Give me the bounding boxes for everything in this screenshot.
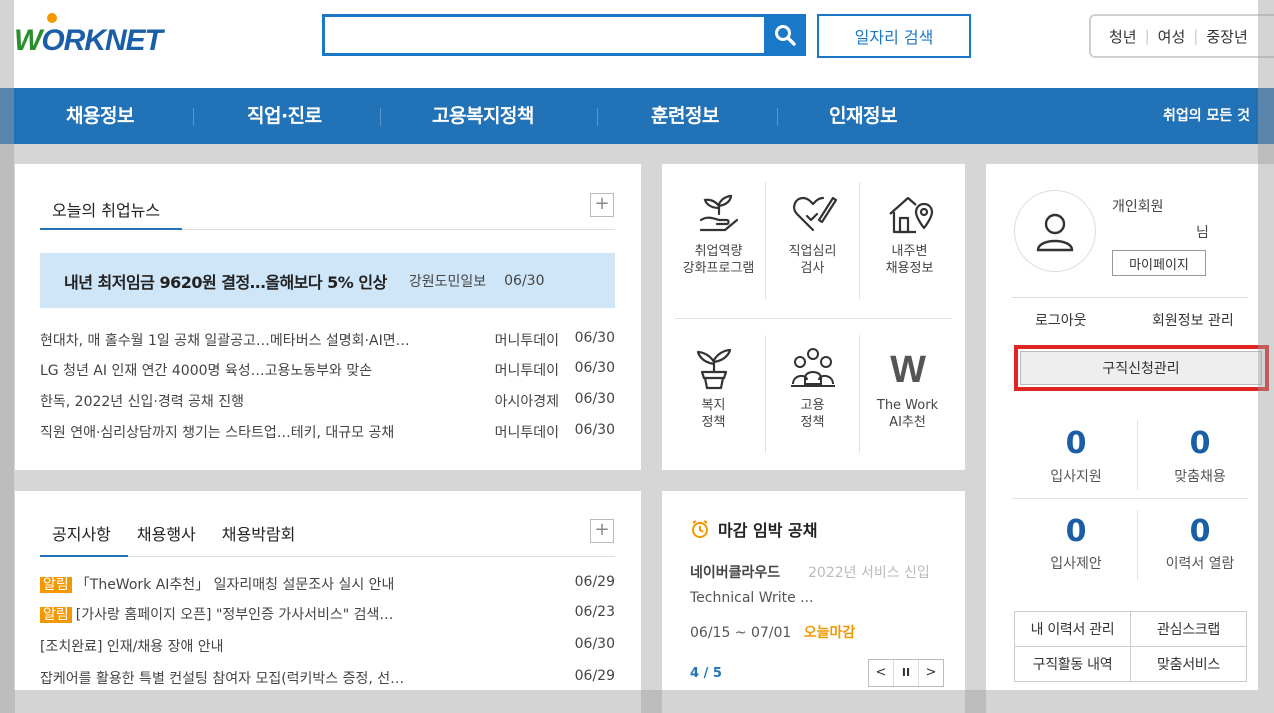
nav-item-training[interactable]: 훈련정보 xyxy=(651,88,719,144)
headline-title: 내년 최저임금 9620원 결정…올해보다 5% 인상 xyxy=(64,272,387,292)
notice-item[interactable]: [조치완료] 인재/채용 장애 안내 06/30 xyxy=(40,636,615,658)
tab-notices[interactable]: 공지사항 xyxy=(52,521,111,545)
pause-button[interactable]: II xyxy=(894,660,919,686)
member-name: 님 xyxy=(1196,225,1209,241)
headline-date: 06/30 xyxy=(504,272,545,289)
nav-item-welfare-policy[interactable]: 고용복지정책 xyxy=(432,88,534,144)
svg-text:W: W xyxy=(890,349,926,391)
main-navigation: 채용정보 직업·진로 고용복지정책 훈련정보 인재정보 취업의 모든 것 xyxy=(0,88,1274,144)
service-nearby-jobs[interactable]: 내주변 채용정보 xyxy=(862,190,957,277)
news-item[interactable]: LG 청년 AI 인재 연간 4000명 육성…고용노동부와 맞손 머니투데이 06… xyxy=(40,360,615,382)
service-thework-ai[interactable]: W The Work AI추천 xyxy=(860,344,955,431)
news-item[interactable]: 현대차, 매 홀수월 1일 공채 일괄공고…메타버스 설명회·AI면… 머니투데이… xyxy=(40,330,615,352)
deadline-job-subtitle[interactable]: Technical Write ... xyxy=(690,590,814,606)
deadline-job-title[interactable]: 네이버클라우드 2022년 서비스 신입 xyxy=(690,562,960,582)
my-resume-button[interactable]: 내 이력서 관리 xyxy=(1014,611,1131,647)
plant-pot-icon xyxy=(696,348,731,390)
search-box xyxy=(322,14,764,56)
search-icon xyxy=(775,25,796,46)
worknet-logo[interactable]: WORKNET xyxy=(14,13,163,58)
header: WORKNET 일자리 검색 청년 | 여성 | 중장년 xyxy=(0,0,1274,88)
nav-all-about-employment[interactable]: 취업의 모든 것 xyxy=(1163,88,1250,144)
service-psychological-test[interactable]: 직업심리 검사 xyxy=(765,190,860,277)
offers-count[interactable]: 0 xyxy=(1026,514,1126,549)
user-icon xyxy=(1036,213,1074,252)
deadline-pager: 4 / 5 xyxy=(690,666,722,681)
group-links: 청년 | 여성 | 중장년 xyxy=(1089,14,1274,58)
member-info-link[interactable]: 회원정보 관리 xyxy=(1152,310,1234,330)
notices-more-button[interactable]: + xyxy=(590,519,614,543)
tab-recruit-events[interactable]: 채용행사 xyxy=(137,521,196,545)
logout-link[interactable]: 로그아웃 xyxy=(1035,310,1087,330)
member-type: 개인회원 xyxy=(1112,199,1164,215)
service-welfare-policy[interactable]: 복지 정책 xyxy=(666,344,761,431)
alarm-clock-icon xyxy=(692,520,708,538)
nav-item-talent[interactable]: 인재정보 xyxy=(829,88,897,144)
sprout-hand-icon xyxy=(699,194,738,232)
headline-source: 강원도민일보 xyxy=(408,273,487,290)
offers-label: 입사제안 xyxy=(1050,556,1102,572)
group-link-women[interactable]: 여성 xyxy=(1158,26,1186,47)
group-link-middle-aged[interactable]: 중장년 xyxy=(1206,26,1247,47)
deadline-status: 오늘마감 xyxy=(803,625,856,641)
group-link-youth[interactable]: 청년 xyxy=(1109,26,1137,47)
prev-button[interactable]: < xyxy=(869,660,894,686)
job-activity-button[interactable]: 구직활동 내역 xyxy=(1014,646,1131,682)
applications-count[interactable]: 0 xyxy=(1026,426,1126,461)
house-pin-icon xyxy=(888,196,933,234)
custom-service-button[interactable]: 맞춤서비스 xyxy=(1130,646,1247,682)
service-employment-capability[interactable]: 취업역량 강화프로그램 xyxy=(671,190,766,277)
resume-views-label: 이력서 열람 xyxy=(1165,556,1235,572)
notice-item[interactable]: 잡케어를 활용한 특별 컨설팅 참여자 모집(럭키박스 증정, 선… 06/29 xyxy=(40,668,615,690)
matched-jobs-count[interactable]: 0 xyxy=(1150,426,1250,461)
deadline-period: 06/15 ~ 07/01 오늘마감 xyxy=(690,625,856,641)
notice-badge: 알림 xyxy=(40,607,72,623)
applications-label: 입사지원 xyxy=(1050,469,1102,485)
matched-jobs-label: 맞춤채용 xyxy=(1174,469,1226,485)
notice-badge: 알림 xyxy=(40,577,72,593)
deadline-title: 마감 임박 공채 xyxy=(690,517,817,541)
job-search-button[interactable]: 일자리 검색 xyxy=(817,14,971,58)
next-button[interactable]: > xyxy=(919,660,943,686)
news-more-button[interactable]: + xyxy=(590,193,614,217)
heart-pen-icon xyxy=(792,196,837,232)
service-employment-policy[interactable]: 고용 정책 xyxy=(765,344,860,431)
deadline-controls: < II > xyxy=(868,659,944,687)
headline-news[interactable]: 내년 최저임금 9620원 결정…올해보다 5% 인상 강원도민일보 06/30 xyxy=(40,253,615,308)
notice-item[interactable]: 알림 [가사랑 홈페이지 오픈] "정부인증 가사서비스" 검색… 06/23 xyxy=(40,604,615,626)
nav-item-career[interactable]: 직업·진로 xyxy=(247,88,322,144)
news-item[interactable]: 직원 연애·심리상담까지 챙기는 스타트업…테키, 대규모 공채 머니투데이 06/… xyxy=(40,422,615,444)
avatar xyxy=(1014,190,1096,272)
search-button[interactable] xyxy=(764,14,806,56)
scrap-button[interactable]: 관심스크랩 xyxy=(1130,611,1247,647)
news-item[interactable]: 한독, 2022년 신입·경력 공채 진행 아시아경제 06/30 xyxy=(40,391,615,413)
search-input[interactable] xyxy=(325,17,764,53)
mypage-button[interactable]: 마이페이지 xyxy=(1112,250,1206,276)
notice-tabs: 공지사항 채용행사 채용박람회 xyxy=(52,521,321,545)
notice-item[interactable]: 알림 「TheWork AI추천」 일자리매칭 설문조사 실시 안내 06/29 xyxy=(40,574,615,596)
people-group-icon xyxy=(790,348,835,387)
resume-views-count[interactable]: 0 xyxy=(1150,514,1250,549)
nav-item-jobs[interactable]: 채용정보 xyxy=(66,88,134,144)
tab-job-fairs[interactable]: 채용박람회 xyxy=(222,521,296,545)
job-request-button[interactable]: 구직신청관리 xyxy=(1020,351,1262,385)
w-logo-icon: W xyxy=(890,349,926,391)
news-section-title[interactable]: 오늘의 취업뉴스 xyxy=(52,197,160,231)
